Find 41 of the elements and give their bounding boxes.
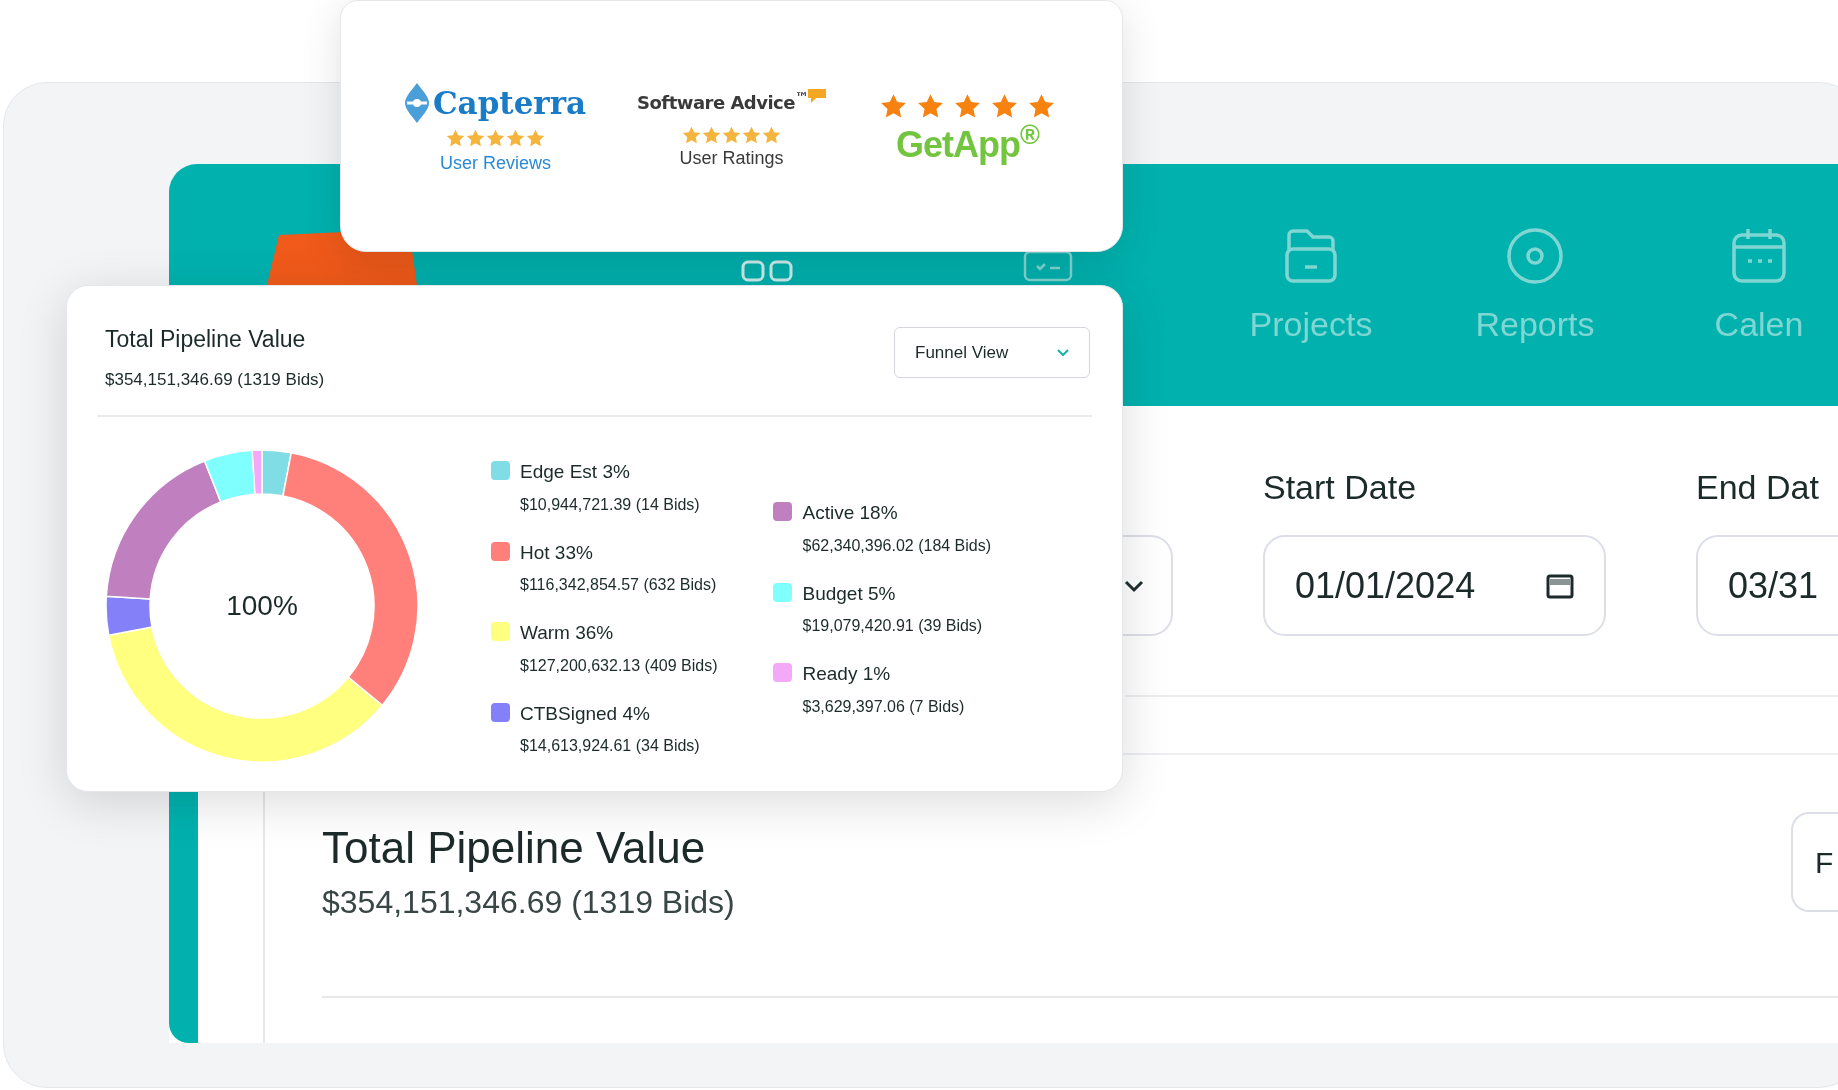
legend-amount: $10,944,721.39 (14 Bids) [520,494,700,515]
date-field[interactable]: 03/31 [1696,535,1838,636]
brand-logo: Software Advice$^{™}$ [637,88,808,115]
chevron-down-icon [1123,578,1145,593]
legend-label: Edge Est 3% [520,460,631,484]
legend-label: Warm 36% [520,621,615,645]
speech-bubble-icon [808,88,826,103]
legend-amount: $127,200,632.13 (409 Bids) [520,655,718,676]
card-title: Total Pipeline Value [105,325,307,354]
legend-amount: $62,340,396.02 (184 Bids) [802,535,992,556]
total-amount: $354,151,346.69 (1319 Bids) [105,368,325,391]
brand-logo: GetApp$^{®}$ [896,122,1039,167]
chevron-down-icon [1057,348,1069,357]
drop-logo-icon [404,83,429,123]
field-label: Start Date [1263,467,1418,508]
dropdown-field[interactable] [1123,535,1173,636]
target-icon [1506,227,1564,285]
calendar-icon [1546,572,1574,599]
legend-amount: $116,342,854.57 (632 Bids) [520,575,717,595]
date-field[interactable]: 01/01/2024 [1263,535,1606,636]
total-amount: $354,151,346.69 (1319 Bids) [322,886,735,918]
view-button[interactable]: F [1791,812,1838,912]
center-label: 100% [226,589,298,623]
legend-amount: $3,629,397.06 (7 Bids) [802,696,965,717]
field-label: End Dat [1696,467,1820,508]
legend-label: Hot 33% [520,540,594,565]
section-title: Total Pipeline Value [322,826,707,870]
legend-amount: $14,613,924.61 (34 Bids) [520,736,700,756]
brand-logo: Capterra [432,87,587,119]
view-select[interactable]: Funnel View [894,327,1090,378]
calendar-icon [1730,227,1788,285]
folder-icon [1283,227,1339,285]
caption: User Ratings [679,146,784,170]
caption: User Reviews [440,152,551,175]
legend-label: Ready 1% [802,662,892,686]
legend-label: Budget 5% [802,581,897,606]
squares-icon [741,260,793,282]
legend-label: Active 18% [802,501,899,525]
legend-label: CTBSigned 4% [520,701,651,726]
checklist-icon [1023,250,1073,282]
legend-amount: $19,079,420.91 (39 Bids) [802,616,983,636]
